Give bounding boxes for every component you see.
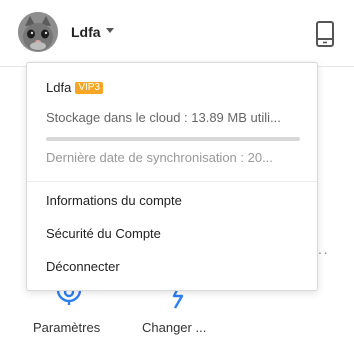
vip-badge: VIP3 (75, 81, 103, 94)
storage-progress-bar (46, 137, 300, 141)
dropdown-user-row: Ldfa VIP3 (46, 80, 103, 95)
avatar[interactable] (18, 12, 58, 52)
menu-item-account-info[interactable]: Informations du compte (46, 193, 182, 208)
last-sync-info: Dernière date de synchronisation : 20... (46, 150, 273, 165)
divider (27, 181, 317, 182)
menu-item-account-security[interactable]: Sécurité du Compte (46, 226, 161, 241)
chevron-down-icon[interactable] (106, 28, 114, 33)
cat-avatar-icon (18, 12, 58, 52)
account-header: Ldfa (0, 0, 354, 67)
cloud-storage-info: Stockage dans le cloud : 13.89 MB utili.… (46, 110, 281, 125)
username[interactable]: Ldfa (71, 24, 101, 40)
settings-tool-label[interactable]: Paramètres (33, 320, 100, 335)
more-indicator: . . (318, 241, 328, 257)
dropdown-username: Ldfa (46, 80, 72, 95)
change-tool-label[interactable]: Changer ... (142, 320, 206, 335)
menu-item-logout[interactable]: Déconnecter (46, 259, 120, 274)
phone-device-icon[interactable] (315, 21, 335, 47)
account-dropdown: Ldfa VIP3 Stockage dans le cloud : 13.89… (26, 62, 318, 291)
